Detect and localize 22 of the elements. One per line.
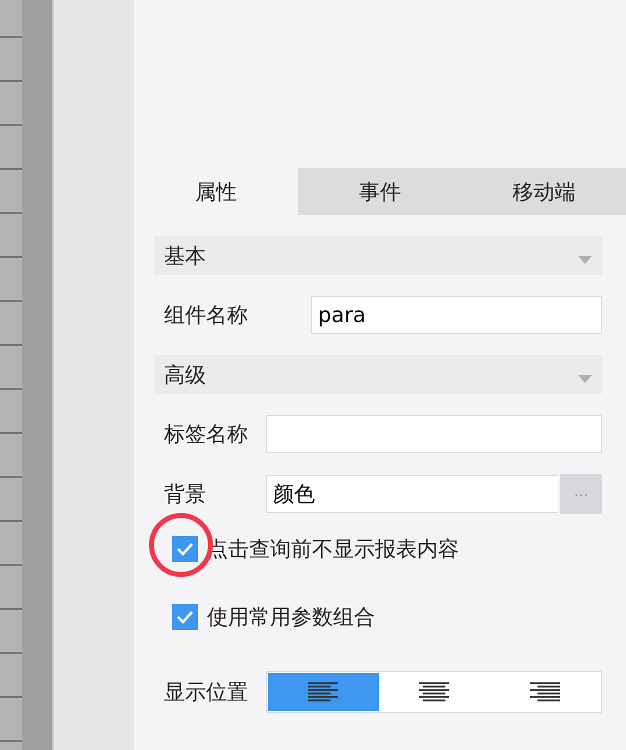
checkbox[interactable] — [172, 604, 198, 630]
check-icon — [176, 610, 194, 624]
section-header[interactable]: 基本 — [154, 236, 602, 275]
align-icon — [419, 681, 449, 703]
input-field[interactable]: para — [311, 296, 602, 334]
alignment-selector[interactable] — [266, 671, 602, 713]
input-field[interactable]: 颜色 — [266, 475, 558, 513]
input-field[interactable] — [266, 415, 602, 453]
field-label: 组件名称 — [163, 302, 249, 329]
align-icon — [530, 681, 560, 703]
checkbox-label: 使用常用参数组合 — [207, 604, 375, 631]
tab[interactable]: 移动端 — [462, 168, 626, 215]
section-title: 基本 — [164, 242, 206, 270]
field-label: 背景 — [163, 481, 207, 508]
field-label: 显示位置 — [163, 679, 249, 706]
align-icon — [308, 681, 338, 703]
tab[interactable]: 事件 — [298, 168, 462, 215]
section-title: 高级 — [164, 362, 206, 388]
field-label: 标签名称 — [163, 421, 249, 448]
checkbox[interactable] — [172, 536, 198, 562]
check-icon — [176, 542, 194, 556]
section-header[interactable]: 高级 — [154, 355, 602, 394]
